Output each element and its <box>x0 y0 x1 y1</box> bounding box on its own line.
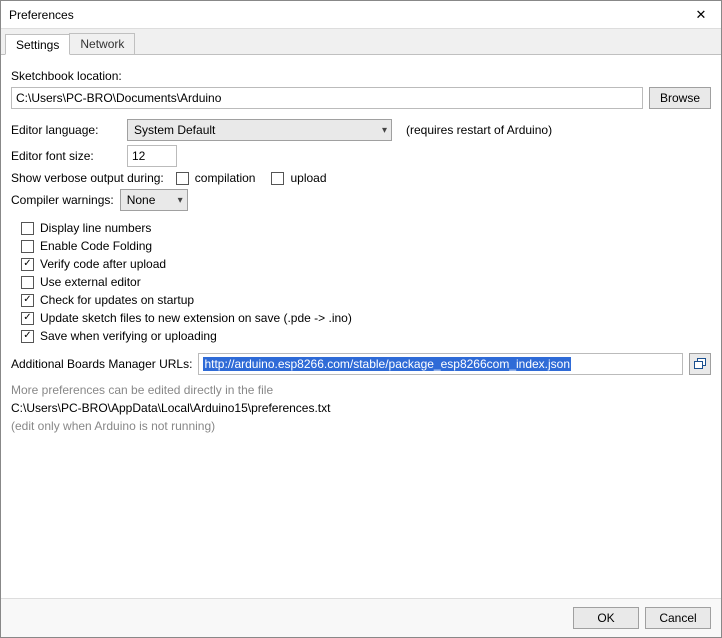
external-editor-checkbox[interactable] <box>21 276 34 289</box>
titlebar: Preferences ✕ <box>1 1 721 29</box>
update-extension-label: Update sketch files to new extension on … <box>40 311 352 325</box>
check-updates-label: Check for updates on startup <box>40 293 194 307</box>
language-hint: (requires restart of Arduino) <box>406 123 552 137</box>
cancel-button[interactable]: Cancel <box>645 607 711 629</box>
compilation-checkbox[interactable] <box>176 172 189 185</box>
content-panel: Sketchbook location: Browse Editor langu… <box>1 55 721 598</box>
boards-url-label: Additional Boards Manager URLs: <box>11 357 192 371</box>
browse-button[interactable]: Browse <box>649 87 711 109</box>
save-when-verify-label: Save when verifying or uploading <box>40 329 217 343</box>
compiler-warnings-label: Compiler warnings: <box>11 193 114 207</box>
upload-label: upload <box>290 171 326 185</box>
fontsize-label: Editor font size: <box>11 149 121 163</box>
chevron-down-icon: ▾ <box>382 125 387 136</box>
display-line-numbers-label: Display line numbers <box>40 221 151 235</box>
language-select[interactable]: System Default ▾ <box>127 119 392 141</box>
compiler-warnings-value: None <box>127 193 156 207</box>
tab-settings[interactable]: Settings <box>5 34 70 55</box>
boards-url-value: http://arduino.esp8266.com/stable/packag… <box>203 357 571 371</box>
tab-network[interactable]: Network <box>69 33 135 54</box>
sketchbook-label: Sketchbook location: <box>11 69 122 83</box>
upload-checkbox[interactable] <box>271 172 284 185</box>
display-line-numbers-checkbox[interactable] <box>21 222 34 235</box>
verify-after-upload-label: Verify code after upload <box>40 257 166 271</box>
external-editor-label: Use external editor <box>40 275 141 289</box>
window-title: Preferences <box>9 8 681 22</box>
close-icon[interactable]: ✕ <box>681 1 721 29</box>
compilation-label: compilation <box>195 171 256 185</box>
edit-only-hint: (edit only when Arduino is not running) <box>11 419 711 433</box>
sketchbook-input[interactable] <box>11 87 643 109</box>
footer: OK Cancel <box>1 598 721 637</box>
language-value: System Default <box>134 123 215 137</box>
ok-button[interactable]: OK <box>573 607 639 629</box>
verbose-label: Show verbose output during: <box>11 171 164 185</box>
checkbox-list: Display line numbers Enable Code Folding… <box>21 221 711 343</box>
enable-code-folding-checkbox[interactable] <box>21 240 34 253</box>
compiler-warnings-select[interactable]: None ▾ <box>120 189 188 211</box>
more-prefs-line: More preferences can be edited directly … <box>11 383 711 397</box>
update-extension-checkbox[interactable] <box>21 312 34 325</box>
fontsize-input[interactable] <box>127 145 177 167</box>
boards-url-input[interactable]: http://arduino.esp8266.com/stable/packag… <box>198 353 683 375</box>
save-when-verify-checkbox[interactable] <box>21 330 34 343</box>
prefs-path: C:\Users\PC-BRO\AppData\Local\Arduino15\… <box>11 401 711 415</box>
verify-after-upload-checkbox[interactable] <box>21 258 34 271</box>
enable-code-folding-label: Enable Code Folding <box>40 239 152 253</box>
check-updates-checkbox[interactable] <box>21 294 34 307</box>
open-urls-button[interactable] <box>689 353 711 375</box>
window-stack-icon <box>694 358 706 370</box>
language-label: Editor language: <box>11 123 121 137</box>
tabs: Settings Network <box>1 29 721 55</box>
chevron-down-icon: ▾ <box>178 195 183 206</box>
